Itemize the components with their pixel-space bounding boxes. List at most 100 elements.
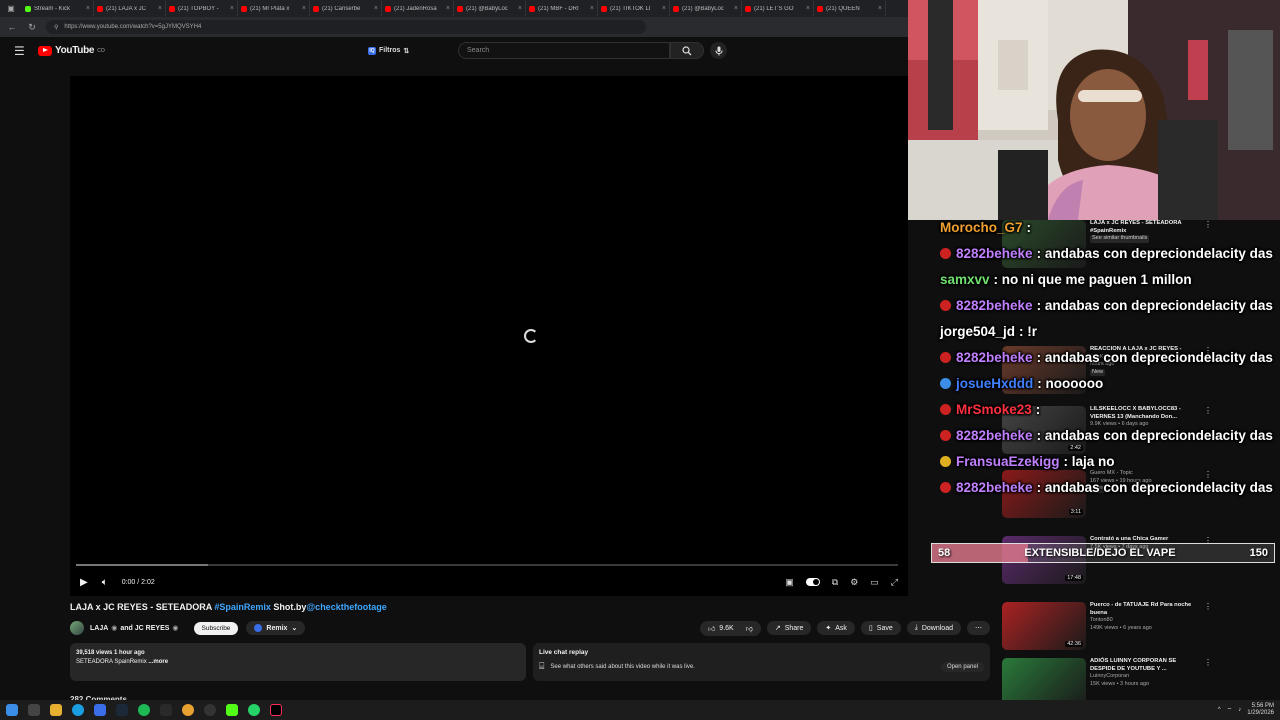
more-vertical-icon[interactable]: ⋮ xyxy=(1204,658,1212,700)
more-actions-button[interactable]: ⋯ xyxy=(967,621,990,635)
browser-tab[interactable]: (21) LET'S GO × xyxy=(742,1,814,16)
browser-tab[interactable]: (21) TIKTOK LI × xyxy=(598,1,670,16)
site-info-icon[interactable]: ⚲ xyxy=(54,24,58,31)
chrome-icon[interactable] xyxy=(182,704,194,716)
search-input[interactable]: Search xyxy=(458,42,670,59)
chevron-up-icon[interactable]: ^ xyxy=(1218,707,1221,713)
tab-close-icon[interactable]: × xyxy=(158,5,162,12)
remix-button[interactable]: Remix ⌄ xyxy=(246,621,306,635)
tab-close-icon[interactable]: × xyxy=(302,5,306,12)
back-icon[interactable]: ← xyxy=(6,22,18,32)
title-handle-link[interactable]: @checkthefootage xyxy=(306,602,386,612)
views-and-date: 39,518 views 1 hour ago xyxy=(76,650,145,656)
steam-icon[interactable] xyxy=(116,704,128,716)
hamburger-menu-icon[interactable]: ☰ xyxy=(14,44,25,58)
channel-collab[interactable]: and JC REYES xyxy=(120,625,169,632)
volume-icon[interactable]: 🔈︎ xyxy=(102,577,108,588)
play-icon[interactable]: ▶ xyxy=(80,577,88,588)
tab-close-icon[interactable]: × xyxy=(518,5,522,12)
video-thumbnail[interactable] xyxy=(1002,658,1086,700)
whatsapp-icon[interactable] xyxy=(248,704,260,716)
title-hashtag-link[interactable]: #SpainRemix xyxy=(214,602,271,612)
video-duration: 2:42 xyxy=(1068,445,1083,451)
channel-avatar[interactable] xyxy=(70,621,84,635)
progress-bar[interactable] xyxy=(76,564,898,566)
search-button[interactable] xyxy=(670,42,704,59)
recommendation-item[interactable]: ADIÓS LUINNY CORPORAN SE DESPIDE DE YOUT… xyxy=(1002,658,1212,700)
tab-close-icon[interactable]: × xyxy=(590,5,594,12)
tab-favicon-icon xyxy=(529,5,535,12)
reload-icon[interactable]: ↻ xyxy=(26,22,38,33)
ask-button[interactable]: ✦ Ask xyxy=(817,621,855,635)
window-menu-icon[interactable]: ▣ xyxy=(0,0,22,17)
filters-button[interactable]: IQ Filtros ⇅ xyxy=(368,44,409,57)
fullscreen-icon[interactable]: ⤢ xyxy=(891,577,898,588)
search-icon xyxy=(682,45,692,55)
tab-close-icon[interactable]: × xyxy=(230,5,234,12)
browser-tab[interactable]: (21) MBF - DRI × xyxy=(526,1,598,16)
description-box[interactable]: 39,518 views 1 hour ago SETEADORA SpainR… xyxy=(70,643,526,681)
kick-icon[interactable] xyxy=(226,704,238,716)
speaker-icon[interactable]: ♪ xyxy=(1238,707,1241,713)
video-duration: 17:48 xyxy=(1065,575,1083,581)
obs-icon[interactable] xyxy=(204,704,216,716)
thumbs-down-icon[interactable]: 👎︎ xyxy=(746,624,753,633)
video-player[interactable]: ▶ 🔈︎ 0:00 / 2:02 ▣ ⧉ ⚙ ▭ ⤢ xyxy=(70,76,908,596)
browser-tab[interactable]: (21) Mr Plata x × xyxy=(238,1,310,16)
tab-close-icon[interactable]: × xyxy=(878,5,882,12)
browser-tab[interactable]: (21) @BabyLoc × xyxy=(454,1,526,16)
browser-tab[interactable]: (21) @BabyLoc × xyxy=(670,1,742,16)
chat-username: 8282beheke xyxy=(956,427,1033,443)
share-button[interactable]: ↗ Share xyxy=(766,621,812,635)
browser-tab[interactable]: (21) JadenRosa × xyxy=(382,1,454,16)
tab-close-icon[interactable]: × xyxy=(446,5,450,12)
clock[interactable]: 5:56 PM 1/29/2026 xyxy=(1247,703,1274,717)
chat-text: andabas con depreciondelacity das xyxy=(1044,479,1273,495)
chat-username: MrSmoke23 xyxy=(956,401,1032,417)
url-field[interactable]: ⚲ https://www.youtube.com/watch?v=5gJYMQ… xyxy=(46,20,646,34)
recommendation-title: LILSKEELOCC X BABYLOCC83 - VIERNES 13 (M… xyxy=(1090,406,1181,420)
more-vertical-icon[interactable]: ⋮ xyxy=(1204,602,1212,650)
start-icon[interactable] xyxy=(6,704,18,716)
task-view-icon[interactable] xyxy=(28,704,40,716)
tab-close-icon[interactable]: × xyxy=(662,5,666,12)
recommendation-channel: LuinnyCorporan xyxy=(1090,673,1130,679)
terminal-icon[interactable] xyxy=(160,704,172,716)
browser-tab[interactable]: (21) Canserbe × xyxy=(310,1,382,16)
browser-tab[interactable]: (21) QUEEN × xyxy=(814,1,886,16)
youtube-logo[interactable]: YouTube CO xyxy=(38,45,105,56)
download-icon: ⤓ xyxy=(914,624,918,631)
subscribe-button[interactable]: Subscribe xyxy=(193,621,239,635)
video-thumbnail[interactable]: 42:36 xyxy=(1002,602,1086,650)
recommendation-item[interactable]: 42:36 Puerco - de TATUAJE Rd Para noche b… xyxy=(1002,602,1212,650)
save-button[interactable]: ▯ Save xyxy=(860,621,901,635)
tab-close-icon[interactable]: × xyxy=(86,5,90,12)
tab-close-icon[interactable]: × xyxy=(374,5,378,12)
browser-tab[interactable]: Stream - Kick × xyxy=(22,1,94,16)
file-explorer-icon[interactable] xyxy=(50,704,62,716)
tab-close-icon[interactable]: × xyxy=(806,5,810,12)
miniplayer-ext-icon[interactable]: ▣ xyxy=(785,577,794,588)
like-button[interactable]: 👍︎ 9.6K 👎︎ xyxy=(699,620,761,636)
settings-icon[interactable]: ⚙ xyxy=(850,577,858,588)
download-button[interactable]: ⤓ Download xyxy=(906,621,961,635)
autoplay-toggle[interactable] xyxy=(805,578,820,586)
edge-icon[interactable] xyxy=(72,704,84,716)
channel-row: LAJA ◉ and JC REYES ◉ Subscribe Remix ⌄ … xyxy=(70,620,990,636)
voice-search-button[interactable] xyxy=(710,42,727,59)
more-horizontal-icon: ⋯ xyxy=(975,625,982,632)
browser-tab[interactable]: (21) LAJA x JC × xyxy=(94,1,166,16)
tiktok-icon[interactable] xyxy=(270,704,282,716)
tab-close-icon[interactable]: × xyxy=(734,5,738,12)
spotify-icon[interactable] xyxy=(138,704,150,716)
browser-tab[interactable]: (21) TOPBOY - × xyxy=(166,1,238,16)
channel-name[interactable]: LAJA xyxy=(90,625,108,632)
store-icon[interactable] xyxy=(94,704,106,716)
theater-mode-icon[interactable]: ▭ xyxy=(870,577,879,588)
network-icon[interactable]: ⌔ xyxy=(1227,706,1233,714)
subtitles-icon[interactable]: ⧉ xyxy=(832,577,838,588)
more-link[interactable]: ...more xyxy=(148,659,168,665)
chevron-down-icon: ⌄ xyxy=(291,625,298,632)
open-panel-button[interactable]: Open panel xyxy=(940,661,984,672)
tabs-container: Stream - Kick × (21) LAJA x JC × (21) TOPBOY… xyxy=(22,1,886,16)
